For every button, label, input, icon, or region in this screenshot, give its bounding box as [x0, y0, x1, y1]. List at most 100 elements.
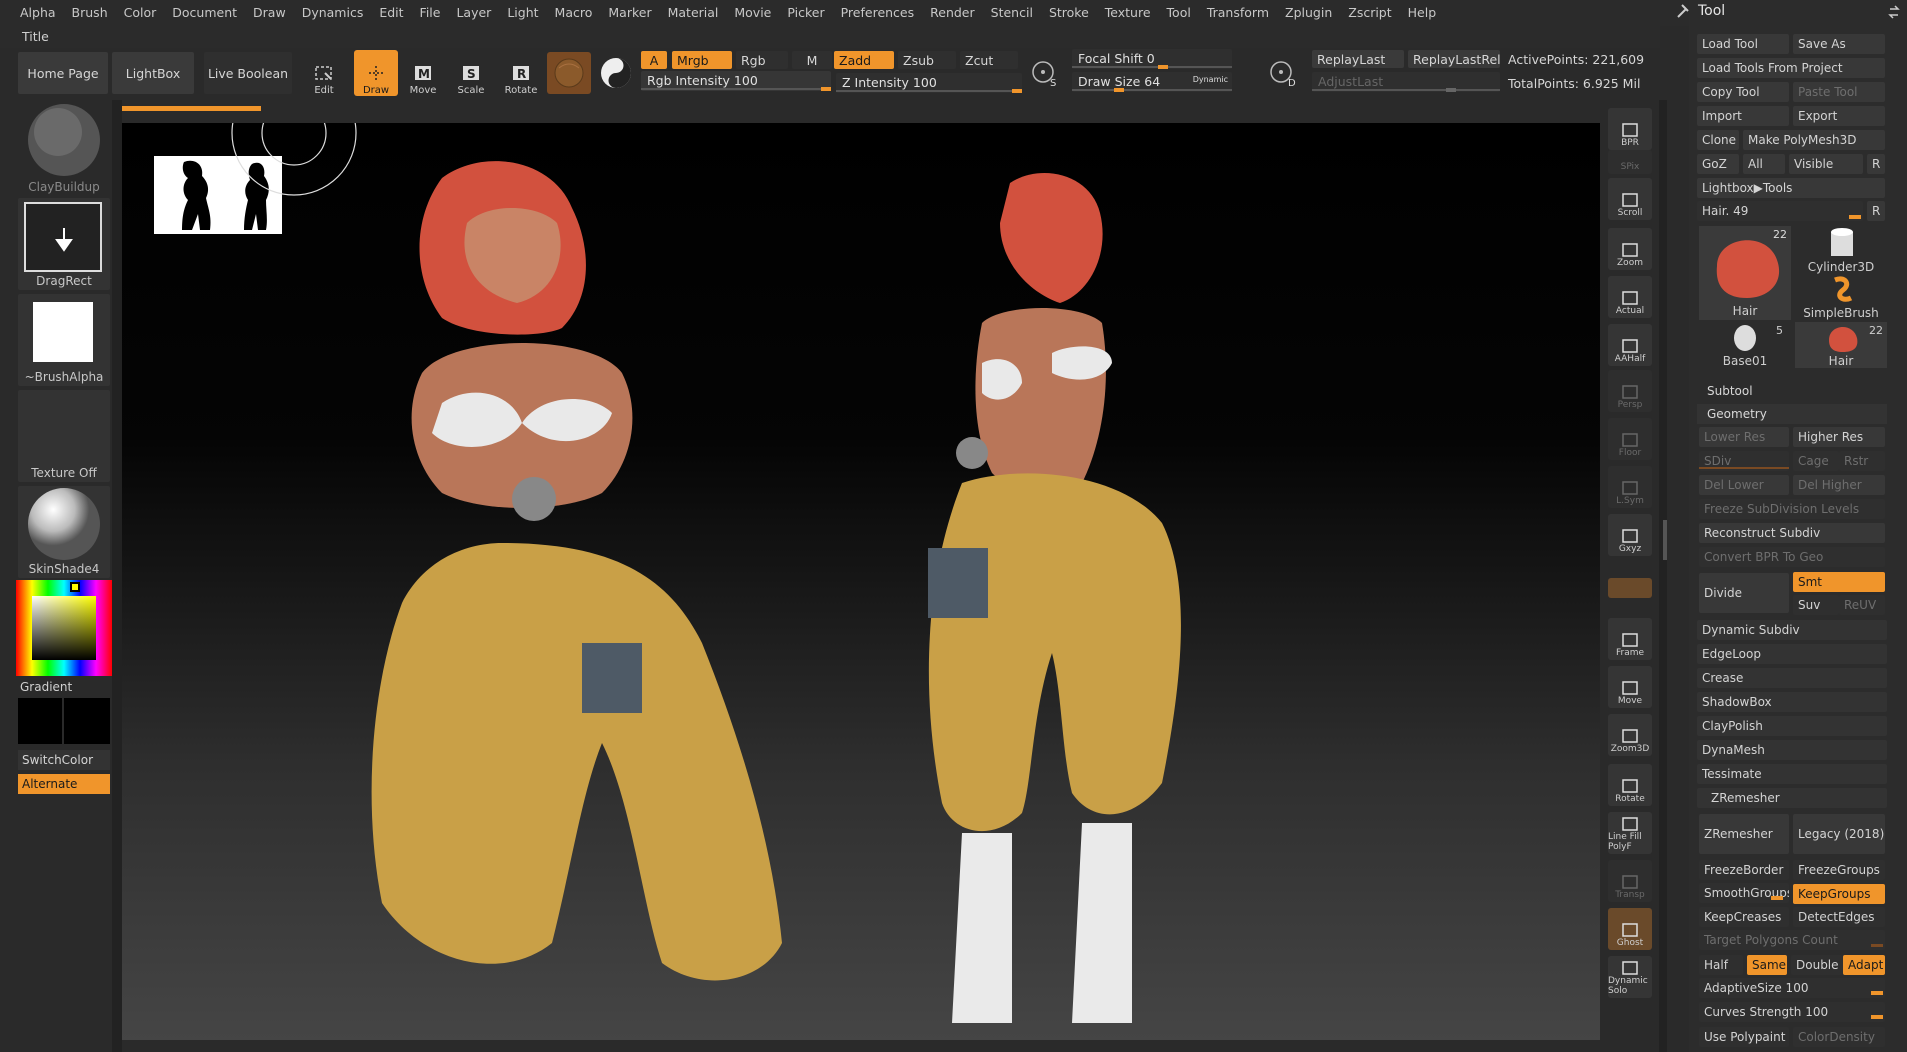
focal-shift-slider[interactable]: Focal Shift 0 — [1072, 49, 1232, 69]
menu-preferences[interactable]: Preferences — [833, 0, 923, 26]
target-polygons-slider[interactable]: Target Polygons Count — [1699, 930, 1885, 950]
section-zremesher[interactable]: ZRemesher — [1697, 788, 1887, 808]
polyf-button[interactable]: Line Fill PolyF — [1608, 812, 1652, 854]
floor-button[interactable]: Floor — [1608, 418, 1652, 460]
z-intensity-slider[interactable]: Z Intensity 100 — [836, 73, 1022, 93]
menu-brush[interactable]: Brush — [64, 0, 116, 26]
keep-groups-toggle[interactable]: KeepGroups — [1793, 884, 1885, 904]
thumb-base01[interactable]: 5 Base01 — [1699, 322, 1791, 368]
menu-draw[interactable]: Draw — [245, 0, 294, 26]
menu-material[interactable]: Material — [660, 0, 727, 26]
stroke-slot[interactable]: DragRect — [18, 198, 110, 290]
canvas-viewport[interactable] — [122, 123, 1600, 1040]
section-shadowbox[interactable]: ShadowBox — [1697, 692, 1887, 712]
lazy-mouse-d-button[interactable]: D — [1268, 58, 1298, 89]
lightbox-button[interactable]: LightBox — [112, 52, 194, 94]
save-as-button[interactable]: Save As — [1793, 34, 1885, 54]
smt-toggle[interactable]: Smt — [1793, 572, 1885, 592]
clone-button[interactable]: Clone — [1697, 130, 1739, 150]
color-picker[interactable] — [16, 580, 112, 676]
dynamic-label[interactable]: Dynamic — [1193, 70, 1228, 90]
rgb-intensity-slider[interactable]: Rgb Intensity 100 — [641, 71, 831, 91]
menu-light[interactable]: Light — [499, 0, 546, 26]
thumb-hair-2[interactable]: 22 Hair — [1795, 322, 1887, 368]
load-tool-button[interactable]: Load Tool — [1697, 34, 1789, 54]
material-swatch-button[interactable] — [547, 52, 591, 94]
del-lower-button[interactable]: Del Lower — [1699, 475, 1789, 495]
zremesher-button[interactable]: ZRemesher — [1699, 814, 1789, 854]
menu-help[interactable]: Help — [1400, 0, 1445, 26]
freeze-groups-toggle[interactable]: FreezeGroups — [1793, 860, 1885, 880]
menu-dynamics[interactable]: Dynamics — [294, 0, 372, 26]
lower-res-button[interactable]: Lower Res — [1699, 427, 1789, 447]
replay-last-button[interactable]: ReplayLast — [1312, 50, 1404, 68]
keep-creases-toggle[interactable]: KeepCreases — [1699, 907, 1789, 927]
cage-button[interactable]: Cage — [1793, 451, 1839, 471]
sdiv-slider[interactable]: SDiv — [1699, 451, 1789, 471]
import-button[interactable]: Import — [1697, 106, 1789, 126]
move-mode-button[interactable]: M Move — [402, 52, 444, 96]
freeze-border-toggle[interactable]: FreezeBorder — [1699, 860, 1789, 880]
menu-texture[interactable]: Texture — [1097, 0, 1159, 26]
section-tessimate[interactable]: Tessimate — [1697, 764, 1887, 784]
zcut-toggle[interactable]: Zcut — [960, 51, 1018, 69]
ghost-button[interactable]: Ghost — [1608, 908, 1652, 950]
switch-color-button[interactable]: SwitchColor — [18, 750, 110, 770]
suv-toggle[interactable]: Suv — [1793, 595, 1839, 615]
material-slot[interactable]: SkinShade4 — [18, 486, 110, 578]
freeze-subdiv-button[interactable]: Freeze SubDivision Levels — [1699, 499, 1885, 519]
copy-tool-button[interactable]: Copy Tool — [1697, 82, 1789, 102]
subtool-section[interactable]: Subtool — [1707, 384, 1753, 398]
menu-macro[interactable]: Macro — [547, 0, 601, 26]
adaptive-size-slider[interactable]: AdaptiveSize 100 — [1699, 978, 1885, 998]
rgb-toggle[interactable]: Rgb — [736, 51, 788, 69]
color-density-slider[interactable]: ColorDensity — [1793, 1027, 1885, 1047]
menu-layer[interactable]: Layer — [448, 0, 499, 26]
lazy-mouse-s-button[interactable]: S — [1030, 58, 1060, 89]
zsub-toggle[interactable]: Zsub — [898, 51, 956, 69]
main-color-swatch[interactable] — [18, 698, 62, 744]
menu-document[interactable]: Document — [164, 0, 245, 26]
reconstruct-subdiv-button[interactable]: Reconstruct Subdiv — [1699, 523, 1885, 543]
menu-stencil[interactable]: Stencil — [983, 0, 1041, 26]
panel-swap-icon[interactable] — [1887, 5, 1901, 19]
goz-button[interactable]: GoZ — [1697, 154, 1739, 174]
zadd-toggle[interactable]: Zadd — [834, 51, 894, 69]
double-toggle[interactable]: Double — [1791, 955, 1843, 975]
persp-button[interactable]: Persp — [1608, 370, 1652, 412]
goz-r-button[interactable]: R — [1867, 154, 1885, 174]
thumb-hair[interactable]: 22 Hair — [1699, 226, 1791, 320]
goz-all-button[interactable]: All — [1743, 154, 1785, 174]
smooth-groups-slider[interactable]: SmoothGroups — [1699, 883, 1789, 903]
frame-button[interactable]: Frame — [1608, 618, 1652, 660]
adjust-last-slider[interactable]: AdjustLast — [1312, 72, 1500, 92]
export-button[interactable]: Export — [1793, 106, 1885, 126]
alpha-slot[interactable]: ~BrushAlpha — [18, 294, 110, 386]
convert-bpr-button[interactable]: Convert BPR To Geo — [1699, 547, 1885, 567]
geometry-section-header[interactable]: Geometry — [1697, 404, 1887, 424]
section-crease[interactable]: Crease — [1697, 668, 1887, 688]
menu-marker[interactable]: Marker — [600, 0, 659, 26]
alternate-button[interactable]: Alternate — [18, 774, 110, 794]
use-polypaint-toggle[interactable]: Use Polypaint — [1699, 1027, 1789, 1047]
reuv-button[interactable]: ReUV — [1839, 595, 1885, 615]
menu-color[interactable]: Color — [116, 0, 165, 26]
section-edgeloop[interactable]: EdgeLoop — [1697, 644, 1887, 664]
menu-zscript[interactable]: Zscript — [1340, 0, 1399, 26]
replay-last-rel-button[interactable]: ReplayLastRel — [1408, 50, 1501, 68]
del-higher-button[interactable]: Del Higher — [1793, 475, 1885, 495]
paste-tool-button[interactable]: Paste Tool — [1793, 82, 1885, 102]
texture-slot[interactable]: Texture Off — [18, 390, 110, 482]
adapt-toggle[interactable]: Adapt — [1843, 955, 1885, 975]
menu-zplugin[interactable]: Zplugin — [1277, 0, 1340, 26]
move-view-button[interactable]: Move — [1608, 666, 1652, 708]
menu-alpha[interactable]: Alpha — [12, 0, 64, 26]
live-boolean-button[interactable]: Live Boolean — [204, 52, 292, 94]
menu-picker[interactable]: Picker — [779, 0, 832, 26]
menu-render[interactable]: Render — [922, 0, 983, 26]
section-claypolish[interactable]: ClayPolish — [1697, 716, 1887, 736]
draw-size-slider[interactable]: Draw Size 64 Dynamic — [1072, 72, 1232, 92]
m-toggle[interactable]: M — [792, 51, 832, 69]
divide-button[interactable]: Divide — [1699, 573, 1789, 613]
zoom3d-button[interactable]: Zoom3D — [1608, 714, 1652, 756]
